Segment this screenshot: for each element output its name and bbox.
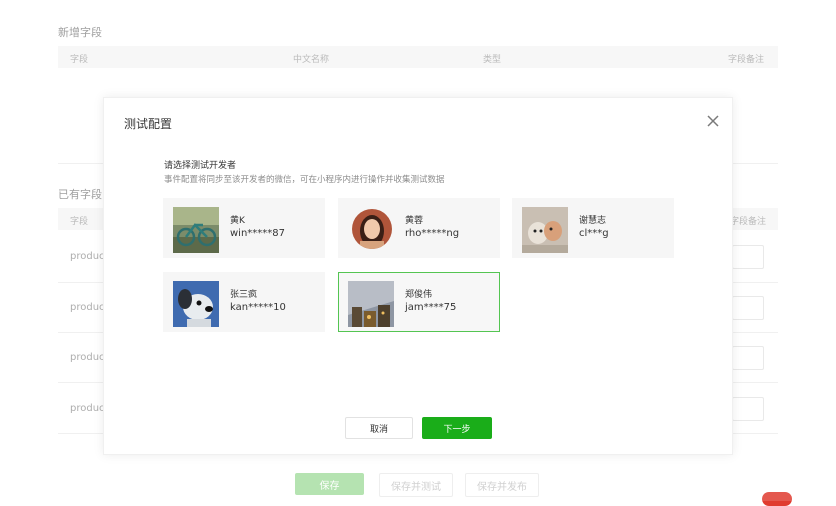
dialog-title: 测试配置 <box>124 117 173 131</box>
developer-card[interactable]: 黄蓉 rho*****ng <box>338 198 500 258</box>
puppy-photo-avatar <box>522 207 568 253</box>
developer-card[interactable]: 黄K win*****87 <box>163 198 325 258</box>
developer-card[interactable]: 张三疯 kan*****10 <box>163 272 325 332</box>
test-config-dialog: 测试配置 请选择测试开发者 事件配置将同步至该开发者的微信，可在小程序内进行操作… <box>103 97 733 455</box>
developer-name: 谢慧志 <box>579 216 607 226</box>
city-night-avatar <box>348 281 394 327</box>
developer-card[interactable]: 谢慧志 cl***g <box>512 198 674 258</box>
developer-id: cl***g <box>579 228 609 239</box>
developer-id: jam****75 <box>405 302 457 313</box>
developer-id: win*****87 <box>230 228 286 239</box>
next-step-button[interactable]: 下一步 <box>422 417 492 439</box>
developer-name: 黄蓉 <box>405 216 424 226</box>
cancel-button[interactable]: 取消 <box>345 417 413 439</box>
developer-id: kan*****10 <box>230 302 286 313</box>
developer-id: rho*****ng <box>405 228 460 239</box>
developer-name: 张三疯 <box>230 290 258 300</box>
cartoon-dog-avatar <box>173 281 219 327</box>
developer-name: 黄K <box>230 216 245 226</box>
dialog-heading: 请选择测试开发者 <box>164 161 237 171</box>
girl-portrait-avatar <box>352 209 392 249</box>
developer-card-selected[interactable]: 郑俊伟 jam****75 <box>338 272 500 332</box>
bicycle-photo-avatar <box>173 207 219 253</box>
dialog-description: 事件配置将同步至该开发者的微信，可在小程序内进行操作并收集测试数据 <box>164 175 445 185</box>
developer-name: 郑俊伟 <box>405 290 433 300</box>
close-icon[interactable] <box>704 112 722 130</box>
